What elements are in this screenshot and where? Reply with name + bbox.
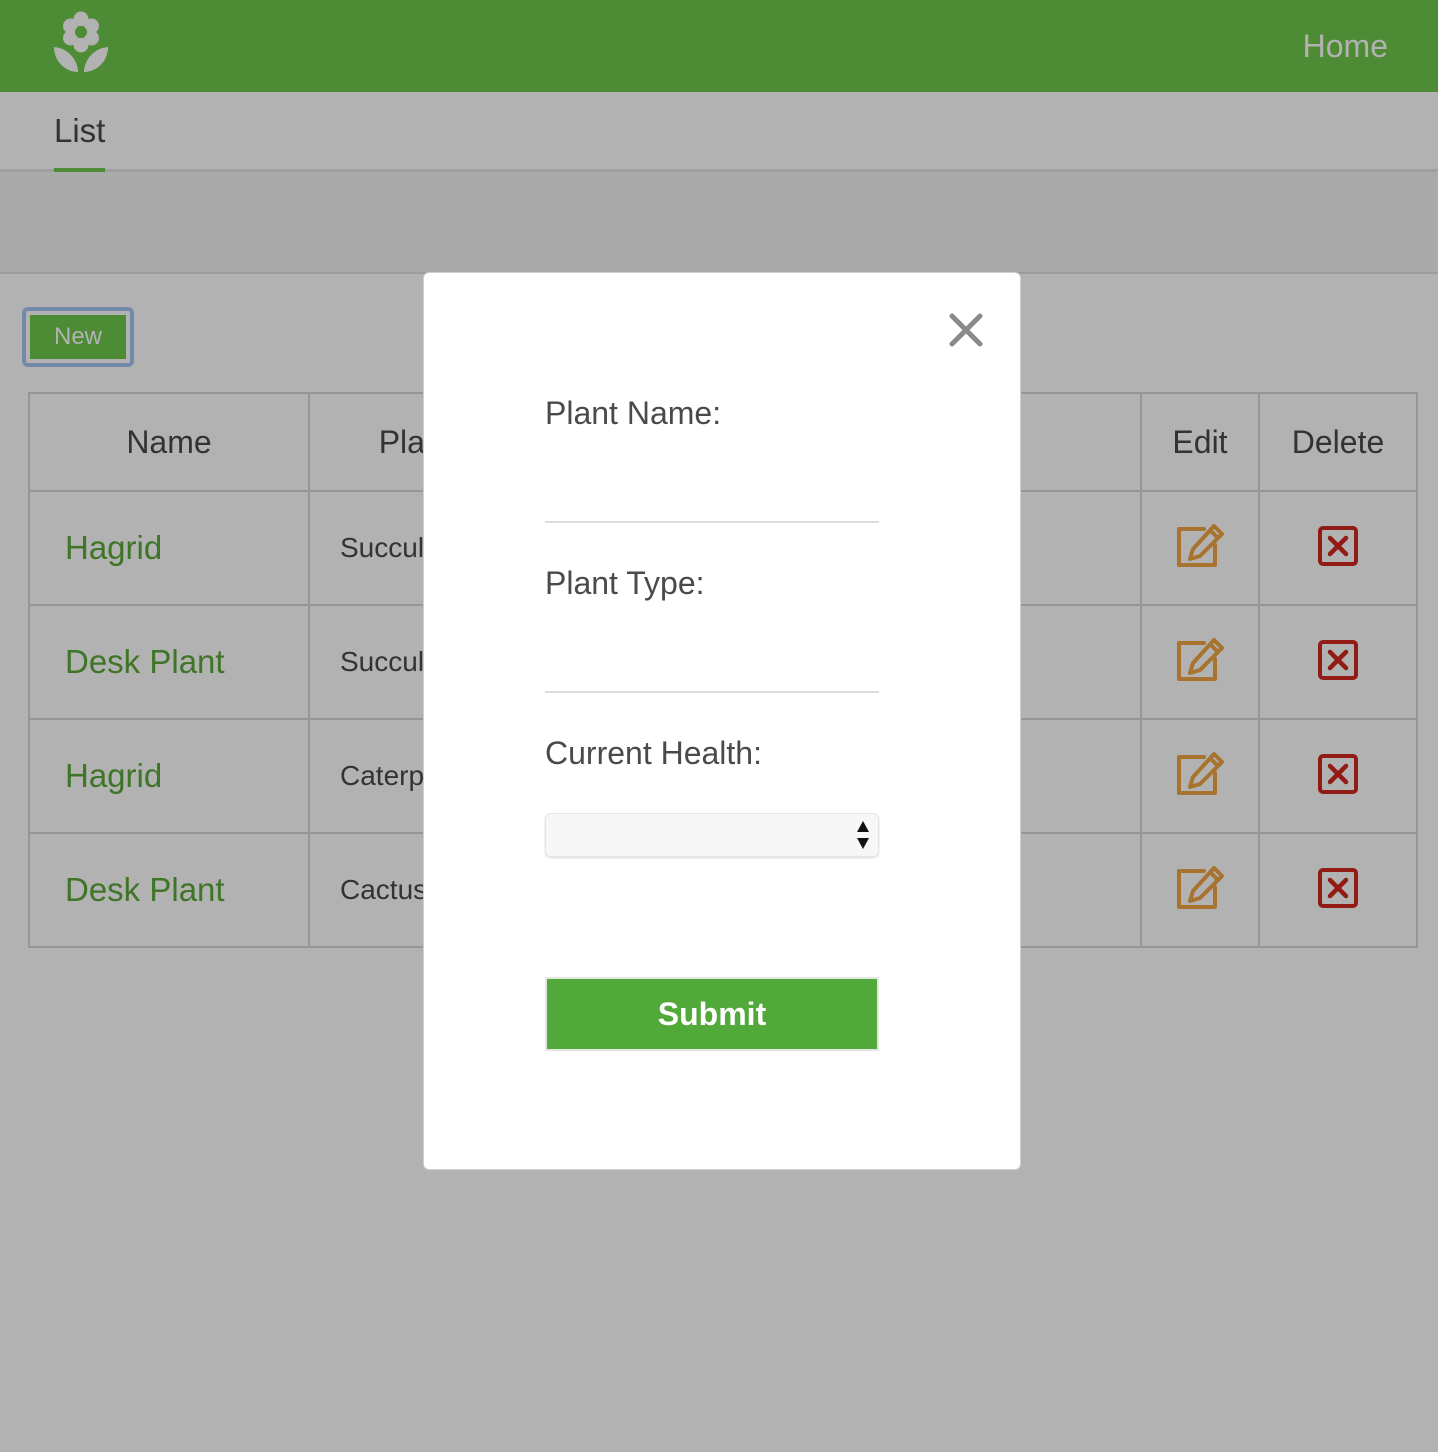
close-icon[interactable] bbox=[945, 309, 987, 351]
submit-button[interactable]: Submit bbox=[545, 977, 879, 1051]
plant-type-input[interactable] bbox=[545, 653, 879, 693]
current-health-select[interactable] bbox=[545, 813, 879, 857]
current-health-label: Current Health: bbox=[545, 735, 762, 771]
plant-name-label: Plant Name: bbox=[545, 395, 722, 431]
plant-name-input[interactable] bbox=[545, 483, 879, 523]
plant-type-label: Plant Type: bbox=[545, 565, 705, 601]
new-plant-dialog: Plant Name: Plant Type: Current Health: … bbox=[423, 272, 1021, 1170]
select-arrows-icon bbox=[857, 821, 869, 849]
